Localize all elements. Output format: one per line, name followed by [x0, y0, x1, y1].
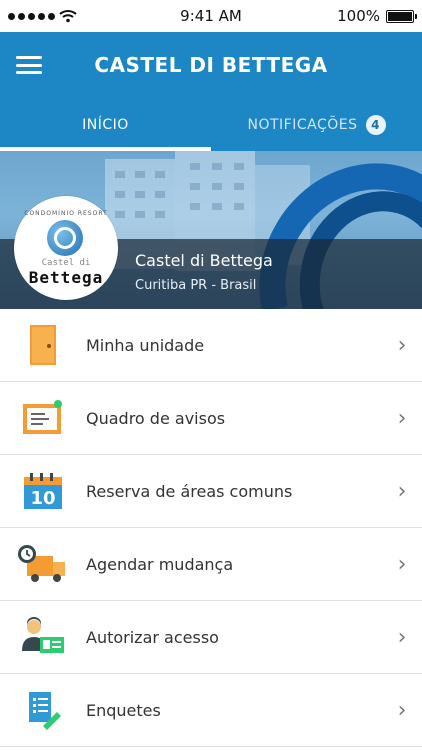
- person-id-icon: [22, 617, 64, 653]
- condo-name: Castel di Bettega: [135, 251, 273, 270]
- menu-item-minha-unidade[interactable]: Minha unidade ›: [0, 309, 422, 382]
- menu-item-label: Reserva de áreas comuns: [86, 481, 293, 501]
- status-bar: 9:41 AM 100%: [0, 0, 422, 32]
- hamburger-menu-icon[interactable]: [16, 56, 42, 74]
- chevron-right-icon: ›: [397, 478, 407, 504]
- logo-arc-text: CONDOMÍNIO RESORT: [24, 210, 108, 217]
- menu-item-quadro-de-avisos[interactable]: Quadro de avisos ›: [0, 382, 422, 455]
- calendar-icon: 10: [24, 473, 62, 509]
- chevron-right-icon: ›: [397, 332, 407, 358]
- battery-percent: 100%: [337, 7, 380, 25]
- menu-item-enquetes[interactable]: Enquetes ›: [0, 674, 422, 747]
- condo-banner: CONDOMÍNIO RESORT Castel di Bettega Cast…: [0, 151, 422, 309]
- noticeboard-icon: [23, 400, 62, 434]
- calendar-day: 10: [30, 488, 55, 509]
- menu-item-label: Minha unidade: [86, 335, 205, 355]
- condo-logo: CONDOMÍNIO RESORT Castel di Bettega: [14, 196, 118, 300]
- menu-item-label: Quadro de avisos: [86, 408, 226, 428]
- signal-strength-icon: [8, 12, 55, 20]
- chevron-right-icon: ›: [397, 551, 407, 577]
- tab-inicio-label: INÍCIO: [82, 116, 129, 133]
- app-header: CASTEL DI BETTEGA: [0, 32, 422, 98]
- tab-notificacoes[interactable]: NOTIFICAÇÕES 4: [211, 98, 422, 151]
- chevron-right-icon: ›: [397, 624, 407, 650]
- menu-item-label: Agendar mudança: [86, 554, 234, 574]
- page-title: CASTEL DI BETTEGA: [94, 53, 328, 77]
- tab-notificacoes-label: NOTIFICAÇÕES: [247, 116, 358, 133]
- survey-icon: [29, 692, 61, 730]
- signal-area: [8, 9, 128, 23]
- tab-bar: INÍCIO NOTIFICAÇÕES 4: [0, 98, 422, 151]
- menu-item-label: Enquetes: [86, 700, 161, 720]
- menu-item-label: Autorizar acesso: [86, 627, 219, 647]
- battery-icon: [386, 9, 417, 23]
- condo-location: Curitiba PR - Brasil: [135, 278, 257, 293]
- notification-count-badge: 4: [365, 114, 386, 135]
- logo-small-text: Castel di: [41, 258, 91, 268]
- menu-item-autorizar-acesso[interactable]: Autorizar acesso ›: [0, 601, 422, 674]
- menu-list: Minha unidade › Quadro de avisos › 10 Re…: [0, 309, 422, 747]
- chevron-right-icon: ›: [397, 405, 407, 431]
- moving-truck-icon: [18, 545, 65, 582]
- door-icon: [30, 325, 56, 365]
- menu-item-reserva-areas[interactable]: 10 Reserva de áreas comuns ›: [0, 455, 422, 528]
- chevron-right-icon: ›: [397, 697, 407, 723]
- menu-item-agendar-mudanca[interactable]: Agendar mudança ›: [0, 528, 422, 601]
- wifi-icon: [59, 10, 77, 23]
- status-time: 9:41 AM: [180, 7, 242, 25]
- tab-inicio[interactable]: INÍCIO: [0, 98, 211, 151]
- logo-big-text: Bettega: [28, 268, 104, 287]
